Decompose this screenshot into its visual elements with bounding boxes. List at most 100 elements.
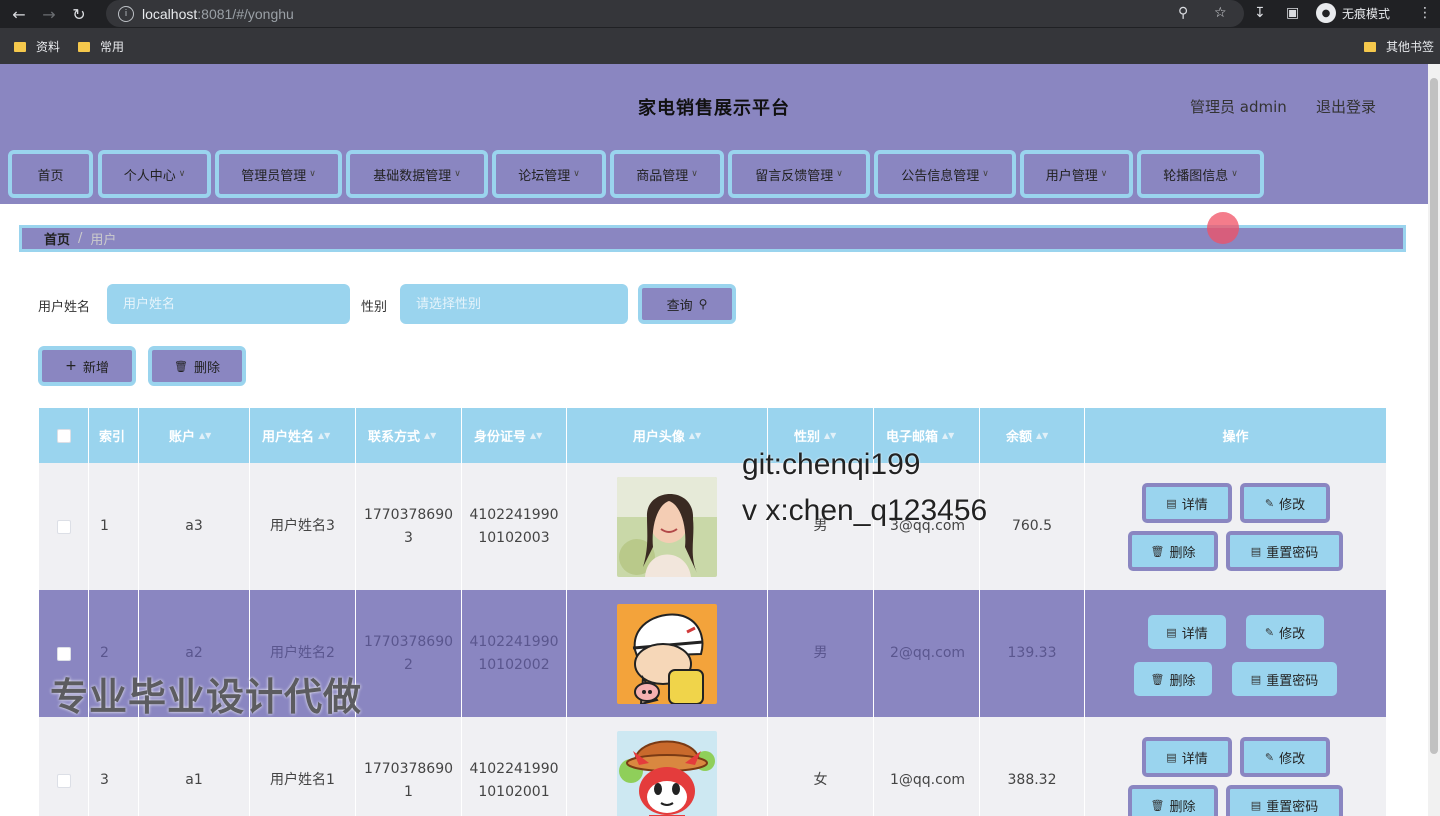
site-info-icon[interactable]: i (118, 5, 134, 22)
cell-actions (1085, 590, 1386, 717)
cell-avatar (567, 463, 768, 590)
add-button[interactable]: + 新增 (38, 346, 136, 386)
folder-icon (14, 41, 26, 52)
watermark-ad: 专业毕业设计代做 (50, 675, 363, 719)
row-checkbox[interactable] (56, 519, 71, 534)
sort-icon: ▲▼ (199, 431, 212, 440)
browser-toolbar: ← → ↻ i localhost:8081/#/yonghu ⚲ ☆ ↧ ▣ … (0, 0, 1440, 28)
edit-button[interactable]: ✎ 修改 (1246, 615, 1324, 649)
row-checkbox-cell (39, 463, 89, 590)
delete-button[interactable]: 🗑 删除 (1134, 662, 1212, 696)
url-text: localhost:8081/#/yonghu (142, 5, 294, 22)
cell-balance: 388.32 (980, 717, 1085, 816)
reset-password-button[interactable]: ▤ 重置密码 (1232, 662, 1337, 696)
menu-announcements[interactable]: 公告信息管理 ∨ (874, 150, 1016, 198)
select-all-checkbox[interactable] (56, 428, 71, 443)
detail-button[interactable]: ▤ 详情 (1148, 615, 1226, 649)
cell-email: 2@qq.com (874, 590, 980, 717)
breadcrumb-home[interactable]: 首页 (44, 229, 70, 248)
sidepanel-icon[interactable]: ▣ (1286, 5, 1299, 21)
gender-label: 性别 (361, 300, 388, 315)
cell-balance: 760.5 (980, 463, 1085, 590)
user-avatar-image[interactable] (617, 730, 717, 816)
bookmark-folder-1[interactable]: 资料 (14, 38, 60, 55)
edit-button[interactable]: ✎ 修改 (1240, 737, 1330, 777)
row-checkbox[interactable] (56, 773, 71, 788)
bookmark-folder-2[interactable]: 常用 (78, 38, 124, 55)
delete-button[interactable]: 🗑 删除 (1128, 785, 1218, 816)
logout-link[interactable]: 退出登录 (1316, 96, 1376, 117)
menu-forum[interactable]: 论坛管理 ∨ (492, 150, 606, 198)
watermark-contact: v x:chen_q123456 (742, 494, 988, 527)
delete-button[interactable]: 🗑 删除 (1128, 531, 1218, 571)
document-icon: ▤ (1250, 544, 1262, 558)
name-search-label: 用户姓名 (38, 300, 91, 315)
menu-basic-data[interactable]: 基础数据管理 ∨ (346, 150, 488, 198)
menu-feedback[interactable]: 留言反馈管理 ∨ (728, 150, 870, 198)
trash-icon: 🗑 (1150, 672, 1165, 686)
cell-gender: 男 (768, 590, 874, 717)
sort-icon: ▲▼ (318, 431, 331, 440)
header-balance[interactable]: 余额 ▲▼ (980, 408, 1085, 463)
cell-index: 3 (89, 717, 139, 816)
menu-users[interactable]: 用户管理 ∨ (1020, 150, 1133, 198)
header-index: 索引 (89, 408, 139, 463)
menu-products[interactable]: 商品管理 ∨ (610, 150, 724, 198)
breadcrumb-separator: / (78, 231, 83, 246)
row-checkbox[interactable] (56, 646, 71, 661)
download-icon[interactable]: ↧ (1254, 5, 1266, 21)
query-button[interactable]: 查询 ⚲ (638, 284, 736, 324)
sort-icon: ▲▼ (424, 431, 437, 440)
select-all-cell (39, 408, 89, 463)
cell-name: 用户姓名3 (250, 463, 356, 590)
forward-icon[interactable]: → (38, 3, 60, 25)
back-icon[interactable]: ← (8, 3, 30, 25)
other-bookmarks[interactable]: 其他书签 (1364, 38, 1434, 55)
reset-password-button[interactable]: ▤ 重置密码 (1226, 785, 1343, 816)
kebab-menu-icon[interactable]: ⋮ (1418, 5, 1432, 21)
header-account[interactable]: 账户 ▲▼ (139, 408, 250, 463)
incognito-indicator[interactable]: ● 无痕模式 (1316, 3, 1390, 23)
reset-password-button[interactable]: ▤ 重置密码 (1226, 531, 1343, 571)
menu-personal-center[interactable]: 个人中心 ∨ (98, 150, 211, 198)
cell-account: a1 (139, 717, 250, 816)
document-icon: ▤ (1166, 750, 1177, 764)
chevron-down-icon: ∨ (982, 169, 989, 179)
chevron-down-icon: ∨ (691, 169, 698, 179)
chevron-down-icon: ∨ (836, 169, 843, 179)
detail-button[interactable]: ▤ 详情 (1142, 737, 1232, 777)
chevron-down-icon: ∨ (1100, 169, 1108, 179)
cell-id-card: 4102241990 10102002 (462, 590, 567, 717)
name-search-input[interactable] (107, 284, 350, 324)
header-phone[interactable]: 联系方式 ▲▼ (356, 408, 462, 463)
reload-icon[interactable]: ↻ (68, 3, 90, 25)
header-avatar[interactable]: 用户头像 ▲▼ (567, 408, 768, 463)
header-name[interactable]: 用户姓名 ▲▼ (250, 408, 356, 463)
trash-icon: 🗑 (1150, 544, 1165, 558)
chevron-down-icon: ∨ (1231, 169, 1238, 179)
cell-index: 1 (89, 463, 139, 590)
breadcrumb-current: 用户 (90, 233, 117, 248)
star-icon[interactable]: ☆ (1214, 5, 1227, 21)
sort-icon: ▲▼ (1036, 431, 1049, 440)
menu-admin-management[interactable]: 管理员管理 ∨ (215, 150, 342, 198)
cell-gender: 女 (768, 717, 874, 816)
scroll-thumb[interactable] (1430, 78, 1438, 754)
chevron-down-icon: ∨ (309, 169, 316, 179)
chevron-down-icon: ∨ (454, 169, 461, 179)
detail-button[interactable]: ▤ 详情 (1142, 483, 1232, 523)
edit-button[interactable]: ✎ 修改 (1240, 483, 1330, 523)
menu-carousel[interactable]: 轮播图信息 ∨ (1137, 150, 1264, 198)
gender-select[interactable] (400, 284, 628, 324)
menu-home[interactable]: 首页 (8, 150, 93, 198)
address-bar[interactable]: i localhost:8081/#/yonghu ⚲ ☆ (106, 0, 1244, 27)
pencil-icon: ✎ (1264, 496, 1275, 510)
user-avatar-image[interactable] (617, 603, 717, 704)
sort-icon: ▲▼ (942, 431, 955, 440)
bulk-delete-button[interactable]: 🗑 删除 (148, 346, 246, 386)
page-scrollbar[interactable] (1428, 64, 1440, 816)
header-id-card[interactable]: 身份证号 ▲▼ (462, 408, 567, 463)
cell-phone: 1770378690 2 (356, 590, 462, 717)
key-icon[interactable]: ⚲ (1178, 5, 1188, 21)
user-avatar-image[interactable] (617, 476, 717, 577)
